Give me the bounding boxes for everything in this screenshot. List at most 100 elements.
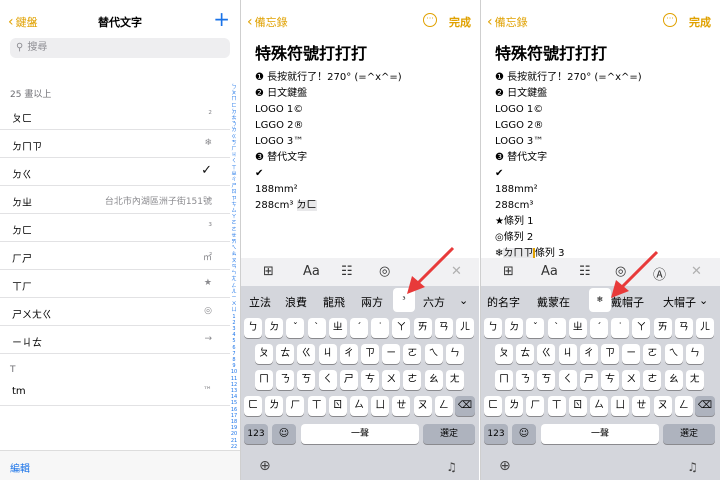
more-icon[interactable]: ··· <box>663 13 677 27</box>
back-button[interactable]: ‹ 備忘錄 <box>247 14 288 30</box>
key-8[interactable]: ㄟ <box>664 344 683 364</box>
candidate-item[interactable]: 浪費 <box>285 294 307 310</box>
key-7[interactable]: ㄝ <box>632 396 651 416</box>
key-5[interactable]: ㄙ <box>590 396 608 416</box>
key-8[interactable]: ㄡ <box>413 396 432 416</box>
key-1[interactable]: ㄋ <box>516 370 535 390</box>
key-6[interactable]: ˙ <box>371 318 390 338</box>
key-8[interactable]: ㄡ <box>653 396 672 416</box>
key-9[interactable]: ㄣ <box>445 344 464 364</box>
key-1[interactable]: ㄉ <box>505 318 524 338</box>
index-letter[interactable]: 15 <box>230 400 238 406</box>
list-item[interactable]: ㄉㄇㄗ ❄ <box>0 131 230 158</box>
key-7[interactable]: ㄜ <box>403 370 422 390</box>
back-button[interactable]: ‹ 備忘錄 <box>487 14 528 30</box>
key-3[interactable]: ˋ <box>547 318 566 338</box>
key-5[interactable]: ㄘ <box>601 370 619 390</box>
key-7[interactable]: ㄚ <box>632 318 651 338</box>
key-7[interactable]: ㄜ <box>643 370 662 390</box>
key-10[interactable]: ㄦ <box>456 318 474 338</box>
chevron-down-icon[interactable]: ⌄ <box>699 294 708 307</box>
key-9[interactable]: ㄤ <box>445 370 464 390</box>
key-0[interactable]: ㄈ <box>484 396 502 416</box>
key-6[interactable]: ㄧ <box>622 344 641 364</box>
key-3[interactable]: ㄐ <box>318 344 337 364</box>
key-0[interactable]: ㄇ <box>495 370 513 390</box>
key-7[interactable]: ㄛ <box>643 344 662 364</box>
list-item[interactable]: ㄧㄐㄊ → <box>0 327 230 354</box>
key-3[interactable]: ˋ <box>307 318 326 338</box>
list-item[interactable]: ㄒㄏ ★ <box>0 271 230 298</box>
key-4[interactable]: ㄓ <box>328 318 347 338</box>
key-1[interactable]: ㄊ <box>516 344 535 364</box>
list-item[interactable]: ㄆㄈ ² <box>0 103 230 130</box>
key-4[interactable]: ㄔ <box>339 344 358 364</box>
key-3[interactable]: ㄑ <box>318 370 337 390</box>
key-6[interactable]: ㄨ <box>382 370 401 390</box>
space-key[interactable]: 一聲 <box>541 424 659 444</box>
list-item[interactable]: ㄉㄓ 台北市內湖區洲子街151號 <box>0 187 230 214</box>
delete-key[interactable]: ⌫ <box>695 396 715 416</box>
key-1[interactable]: ㄌ <box>505 396 524 416</box>
delete-key[interactable]: ⌫ <box>455 396 475 416</box>
key-1[interactable]: ㄉ <box>265 318 284 338</box>
globe-icon[interactable]: ⊕ <box>259 458 271 474</box>
key-4[interactable]: ㄖ <box>568 396 587 416</box>
done-button[interactable]: 完成 <box>449 14 471 30</box>
key-5[interactable]: ㄗ <box>601 344 619 364</box>
candidate-item[interactable]: 兩方 <box>361 294 383 310</box>
key-2[interactable]: ㄍ <box>537 344 556 364</box>
key-6[interactable]: ㄧ <box>382 344 401 364</box>
key-8[interactable]: ㄠ <box>664 370 683 390</box>
key-6[interactable]: ㄩ <box>611 396 630 416</box>
candidate-item[interactable]: 六方 <box>423 294 445 310</box>
more-icon[interactable]: ··· <box>423 13 437 27</box>
key-8[interactable]: ㄞ <box>653 318 672 338</box>
key-7[interactable]: ㄝ <box>392 396 411 416</box>
index-letter[interactable]: ㄤ <box>230 276 238 282</box>
key-6[interactable]: ㄨ <box>622 370 641 390</box>
select-key[interactable]: 選定 <box>663 424 715 444</box>
key-1[interactable]: ㄋ <box>276 370 295 390</box>
candidate-item[interactable]: 的名字 <box>487 294 520 310</box>
edit-button[interactable]: 編輯 <box>10 460 30 475</box>
key-7[interactable]: ㄛ <box>403 344 422 364</box>
space-key[interactable]: 一聲 <box>301 424 419 444</box>
key-0[interactable]: ㄇ <box>255 370 273 390</box>
key-5[interactable]: ˊ <box>590 318 608 338</box>
key-5[interactable]: ㄗ <box>361 344 379 364</box>
list-item[interactable]: tm ™ <box>0 379 230 406</box>
key-7[interactable]: ㄚ <box>392 318 411 338</box>
index-letter[interactable]: 16 <box>230 407 238 413</box>
checklist-icon[interactable]: ☷ <box>579 264 591 279</box>
numbers-key[interactable]: 123 <box>484 424 508 444</box>
emoji-key[interactable]: ☺ <box>272 424 296 444</box>
list-item[interactable]: ㄉㄈ ³ <box>0 215 230 242</box>
emoji-key[interactable]: ☺ <box>512 424 536 444</box>
index-letter[interactable]: 10 <box>230 369 238 375</box>
key-0[interactable]: ㄅ <box>244 318 262 338</box>
key-5[interactable]: ㄙ <box>350 396 368 416</box>
numbers-key[interactable]: 123 <box>244 424 268 444</box>
candidate-item[interactable]: 大帽子 <box>663 294 696 310</box>
key-3[interactable]: ㄒ <box>307 396 326 416</box>
key-1[interactable]: ㄊ <box>276 344 295 364</box>
candidate-item[interactable]: 戴蒙在 <box>537 294 570 310</box>
key-9[interactable]: ㄥ <box>434 396 453 416</box>
done-button[interactable]: 完成 <box>689 14 711 30</box>
key-2[interactable]: ㄏ <box>286 396 305 416</box>
key-10[interactable]: ㄦ <box>696 318 714 338</box>
key-3[interactable]: ㄐ <box>558 344 577 364</box>
key-8[interactable]: ㄞ <box>413 318 432 338</box>
candidate-item[interactable]: 龍飛 <box>323 294 345 310</box>
list-item[interactable]: ㄉㄍ ✓ <box>0 159 230 186</box>
close-icon[interactable]: ✕ <box>691 264 702 279</box>
key-6[interactable]: ˙ <box>611 318 630 338</box>
key-4[interactable]: ㄔ <box>579 344 598 364</box>
key-9[interactable]: ㄣ <box>685 344 704 364</box>
mic-icon[interactable]: ♫ <box>687 460 698 474</box>
candidate-item[interactable]: 立法 <box>249 294 271 310</box>
key-2[interactable]: ˇ <box>286 318 305 338</box>
key-9[interactable]: ㄤ <box>685 370 704 390</box>
key-9[interactable]: ㄢ <box>434 318 453 338</box>
